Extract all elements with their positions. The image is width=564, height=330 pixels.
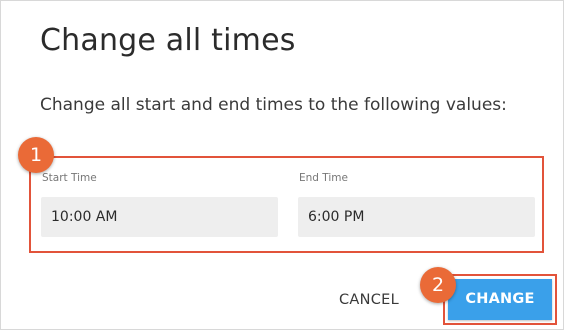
end-time-field[interactable]: 6:00 PM <box>298 197 535 237</box>
change-button[interactable]: CHANGE <box>448 279 552 320</box>
cancel-button[interactable]: CANCEL <box>328 285 410 315</box>
dialog-description: Change all start and end times to the fo… <box>40 95 507 115</box>
start-time-field[interactable]: 10:00 AM <box>41 197 278 237</box>
end-time-label: End Time <box>299 172 348 184</box>
start-time-label: Start Time <box>42 172 97 184</box>
change-all-times-dialog: Change all times Change all start and en… <box>0 0 564 330</box>
callout-badge-2: 2 <box>420 267 456 303</box>
callout-badge-1: 1 <box>18 137 54 173</box>
dialog-title: Change all times <box>40 23 296 58</box>
